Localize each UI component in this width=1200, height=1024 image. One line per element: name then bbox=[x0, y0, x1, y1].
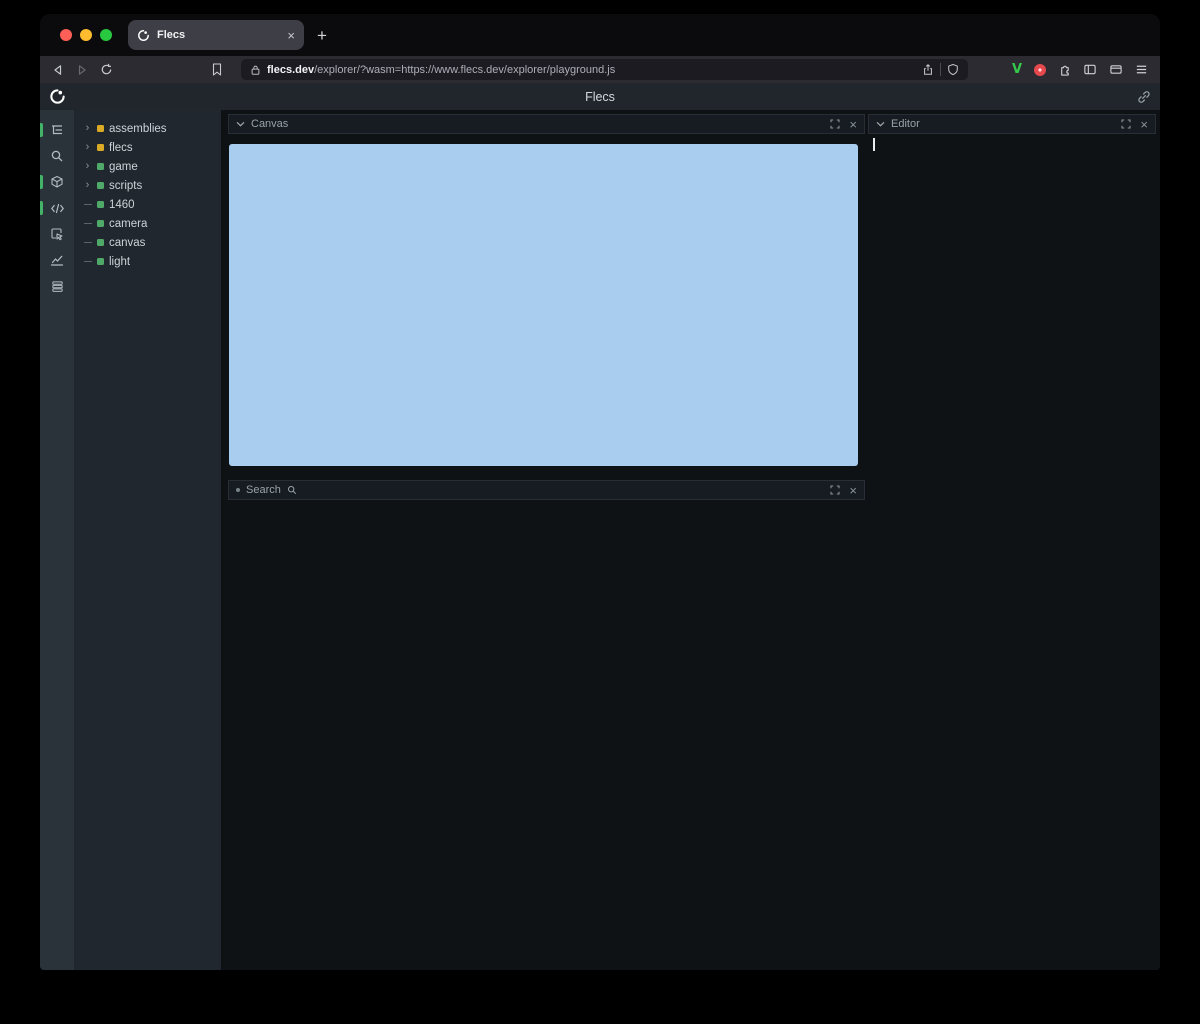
editor-panel-title: Editor bbox=[891, 118, 920, 130]
minimize-window-button[interactable] bbox=[80, 29, 92, 41]
urlbar-divider bbox=[940, 63, 941, 76]
collapsed-indicator-icon[interactable] bbox=[236, 488, 240, 492]
lock-icon bbox=[250, 64, 261, 76]
collapse-chevron-icon[interactable] bbox=[876, 121, 885, 127]
address-bar[interactable]: flecs.dev/explorer/?wasm=https://www.fle… bbox=[241, 59, 968, 80]
search-panel-controls: × bbox=[830, 484, 857, 497]
tree-item-1460[interactable]: 1460 bbox=[74, 195, 221, 214]
wallet-icon[interactable] bbox=[1109, 63, 1123, 76]
tree-branch-line bbox=[83, 223, 92, 224]
collapse-chevron-icon[interactable] bbox=[236, 121, 245, 127]
expand-chevron-icon[interactable]: › bbox=[83, 123, 92, 134]
tree-item-label: game bbox=[109, 161, 138, 173]
browser-window: Flecs × + flecs.dev/explorer/?wasm=https… bbox=[40, 14, 1160, 970]
sidebar-toggle-icon[interactable] bbox=[1083, 63, 1097, 76]
sidebar-item-queries[interactable] bbox=[40, 273, 74, 299]
entity-tree: › assemblies › flecs › game › scripts 1460 camera… bbox=[74, 110, 221, 970]
tree-branch-line bbox=[83, 242, 92, 243]
window-controls bbox=[60, 29, 112, 41]
search-panel-title: Search bbox=[246, 484, 281, 496]
tab-flecs[interactable]: Flecs × bbox=[128, 20, 304, 50]
new-tab-button[interactable]: + bbox=[317, 27, 327, 44]
tree-item-light[interactable]: light bbox=[74, 252, 221, 271]
zoom-window-button[interactable] bbox=[100, 29, 112, 41]
back-button[interactable] bbox=[52, 64, 64, 76]
entity-color-swatch bbox=[97, 144, 104, 151]
search-panel-header: Search × bbox=[228, 480, 865, 500]
app-body: › assemblies › flecs › game › scripts 1460 camera… bbox=[40, 110, 1160, 970]
tree-item-game[interactable]: › game bbox=[74, 157, 221, 176]
close-icon[interactable]: × bbox=[849, 484, 857, 497]
tree-item-label: camera bbox=[109, 218, 147, 230]
menu-hamburger-icon[interactable] bbox=[1135, 63, 1148, 76]
forward-button[interactable] bbox=[76, 64, 88, 76]
url-domain: flecs.dev bbox=[267, 64, 314, 76]
tree-item-label: canvas bbox=[109, 237, 145, 249]
share-icon[interactable] bbox=[922, 63, 934, 76]
search-magnifier-icon bbox=[287, 485, 297, 495]
editor-panel-header: Editor × bbox=[868, 114, 1156, 134]
tab-title: Flecs bbox=[157, 29, 280, 41]
tab-favicon-flecs-icon bbox=[137, 29, 150, 42]
entity-color-swatch bbox=[97, 239, 104, 246]
sidebar-item-inspect[interactable] bbox=[40, 221, 74, 247]
expand-icon[interactable] bbox=[830, 485, 840, 495]
canvas-viewport[interactable] bbox=[229, 144, 858, 466]
sidebar-item-stats[interactable] bbox=[40, 247, 74, 273]
close-window-button[interactable] bbox=[60, 29, 72, 41]
main-content: Canvas × Search bbox=[221, 110, 1160, 970]
tree-item-flecs[interactable]: › flecs bbox=[74, 138, 221, 157]
entity-color-swatch bbox=[97, 163, 104, 170]
entity-color-swatch bbox=[97, 220, 104, 227]
canvas-panel-header: Canvas × bbox=[228, 114, 865, 134]
tree-item-label: light bbox=[109, 256, 130, 268]
url-text: flecs.dev/explorer/?wasm=https://www.fle… bbox=[267, 64, 916, 76]
shield-icon[interactable] bbox=[947, 63, 959, 76]
entity-color-swatch bbox=[97, 125, 104, 132]
app-header: Flecs bbox=[40, 83, 1160, 110]
expand-chevron-icon[interactable]: › bbox=[83, 180, 92, 191]
tree-item-assemblies[interactable]: › assemblies bbox=[74, 119, 221, 138]
entity-color-swatch bbox=[97, 182, 104, 189]
tree-item-label: 1460 bbox=[109, 199, 135, 211]
url-path: /explorer/?wasm=https://www.flecs.dev/ex… bbox=[314, 64, 615, 76]
tree-branch-line bbox=[83, 261, 92, 262]
bookmark-icon[interactable] bbox=[211, 63, 223, 76]
entity-color-swatch bbox=[97, 258, 104, 265]
expand-icon[interactable] bbox=[1121, 119, 1131, 129]
tree-item-label: scripts bbox=[109, 180, 142, 192]
sidebar-item-entity-tree[interactable] bbox=[40, 117, 74, 143]
close-icon[interactable]: × bbox=[1140, 118, 1148, 131]
canvas-panel-title: Canvas bbox=[251, 118, 288, 130]
editor-panel-controls: × bbox=[1121, 118, 1148, 131]
extension-toolbar: V bbox=[1012, 62, 1148, 77]
tree-item-canvas[interactable]: canvas bbox=[74, 233, 221, 252]
tree-branch-line bbox=[83, 204, 92, 205]
expand-icon[interactable] bbox=[830, 119, 840, 129]
expand-chevron-icon[interactable]: › bbox=[83, 161, 92, 172]
tree-item-camera[interactable]: camera bbox=[74, 214, 221, 233]
tree-item-scripts[interactable]: › scripts bbox=[74, 176, 221, 195]
flecs-logo-icon[interactable] bbox=[49, 88, 66, 105]
tool-sidebar bbox=[40, 110, 74, 970]
v-extension-icon[interactable]: V bbox=[1012, 62, 1022, 77]
canvas-panel-controls: × bbox=[830, 118, 857, 131]
share-link-icon[interactable] bbox=[1137, 90, 1151, 104]
tree-item-label: assemblies bbox=[109, 123, 167, 135]
reload-button[interactable] bbox=[100, 63, 113, 76]
page-title: Flecs bbox=[585, 90, 615, 104]
entity-color-swatch bbox=[97, 201, 104, 208]
tree-item-label: flecs bbox=[109, 142, 133, 154]
red-extension-icon[interactable] bbox=[1034, 64, 1046, 76]
sidebar-item-search[interactable] bbox=[40, 143, 74, 169]
expand-chevron-icon[interactable]: › bbox=[83, 142, 92, 153]
tab-close-icon[interactable]: × bbox=[287, 29, 295, 42]
close-icon[interactable]: × bbox=[849, 118, 857, 131]
sidebar-item-components[interactable] bbox=[40, 169, 74, 195]
tab-bar: Flecs × + bbox=[40, 14, 1160, 56]
puzzle-extensions-icon[interactable] bbox=[1058, 63, 1071, 76]
navigation-toolbar: flecs.dev/explorer/?wasm=https://www.fle… bbox=[40, 56, 1160, 83]
editor-text-caret[interactable] bbox=[873, 138, 875, 151]
sidebar-item-scripts[interactable] bbox=[40, 195, 74, 221]
